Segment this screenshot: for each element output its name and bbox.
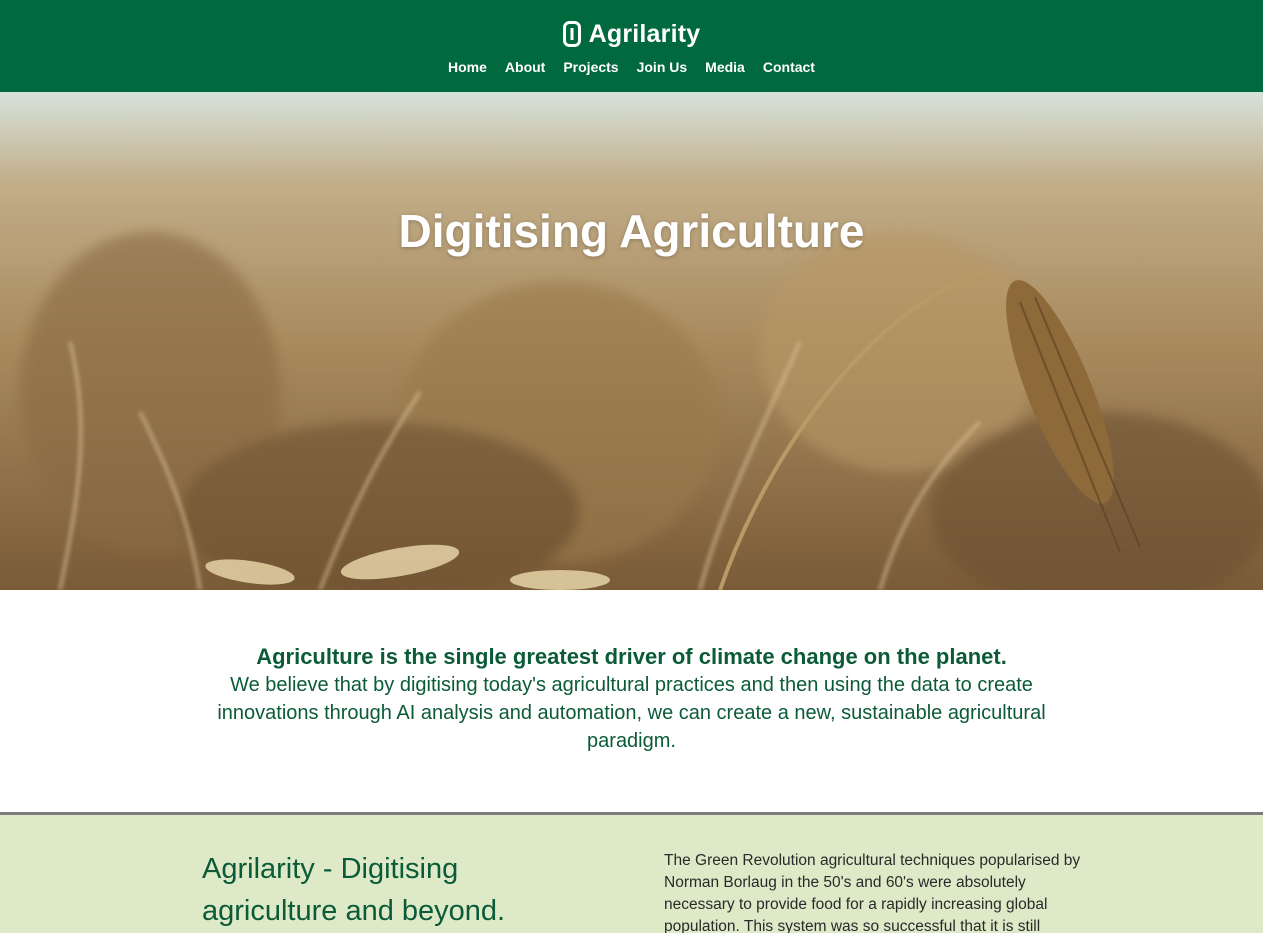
intro-heading: Agriculture is the single greatest drive… <box>256 644 1007 669</box>
logo-icon <box>562 21 581 47</box>
brand-name: Agrilarity <box>588 19 701 48</box>
brand-logo[interactable]: Agrilarity <box>562 19 701 49</box>
nav-item-contact[interactable]: Contact <box>763 59 815 75</box>
intro-section: Agriculture is the single greatest drive… <box>0 590 1263 812</box>
nav-item-media[interactable]: Media <box>705 59 745 75</box>
intro-body: We believe that by digitising today's ag… <box>217 674 1046 752</box>
wheat-field-background <box>0 92 1263 590</box>
hero-title: Digitising Agriculture <box>398 205 865 257</box>
nav-item-projects[interactable]: Projects <box>563 59 618 75</box>
nav-item-join-us[interactable]: Join Us <box>637 59 688 75</box>
about-heading: Agrilarity - Digitising agriculture and … <box>202 853 506 927</box>
about-body: The Green Revolution agricultural techni… <box>664 852 1081 933</box>
about-section: Agrilarity - Digitising agriculture and … <box>0 815 1263 933</box>
main-nav: Home About Projects Join Us Media Contac… <box>439 59 824 75</box>
site-header: Agrilarity Home About Projects Join Us M… <box>0 0 1263 92</box>
nav-item-about[interactable]: About <box>505 59 545 75</box>
nav-item-home[interactable]: Home <box>448 59 487 75</box>
hero-banner: Digitising Agriculture <box>0 92 1263 590</box>
